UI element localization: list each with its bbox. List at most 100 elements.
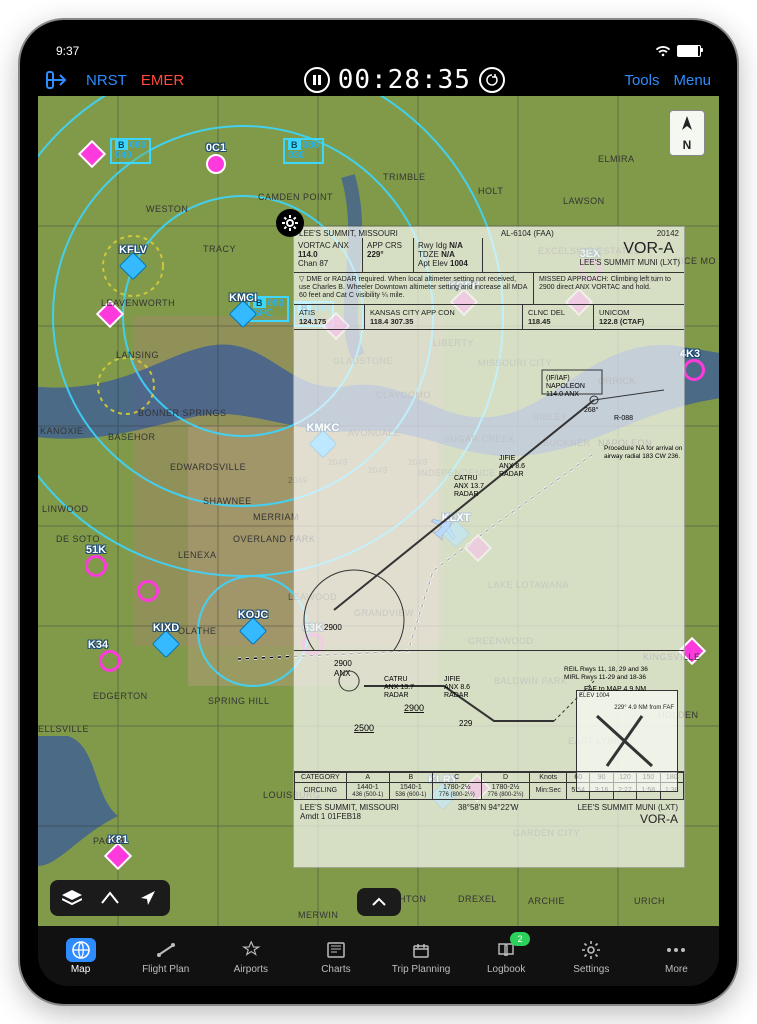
gear-icon [576, 938, 606, 962]
plate-al: AL-6104 (FAA) [501, 229, 554, 238]
svg-text:MIRL Rwys 11-29 and 18-36: MIRL Rwys 11-29 and 18-36 [564, 674, 646, 681]
airport-label: KFLV [119, 244, 147, 256]
svg-text:229: 229 [459, 719, 473, 728]
plate-location: LEE'S SUMMIT, MISSOURI [299, 229, 398, 238]
city-label: LAWSON [563, 196, 605, 206]
tab-airports[interactable]: Airports [208, 926, 293, 986]
svg-text:(IF/IAF): (IF/IAF) [546, 375, 570, 382]
airport-kflv[interactable] [123, 256, 143, 276]
tab-more[interactable]: More [634, 926, 719, 986]
city-label: URICH [634, 896, 665, 906]
svg-text:Procedure NA for arrival on AN: Procedure NA for arrival on ANX VORTAC [604, 445, 684, 452]
map-drawer-toggle[interactable] [357, 888, 401, 916]
city-label: WESTON [146, 204, 188, 214]
svg-text:R-088: R-088 [614, 415, 633, 422]
city-label: LINWOOD [42, 504, 89, 514]
city-label: PAOLA [93, 836, 125, 846]
emer-button[interactable]: EMER [141, 72, 184, 89]
svg-text:CATRU: CATRU [384, 676, 408, 683]
svg-text:ANX 8.6: ANX 8.6 [499, 463, 525, 470]
city-label: BONNER SPRINGS [138, 408, 227, 418]
locate-button[interactable] [130, 884, 166, 912]
timer-pause-button[interactable] [304, 67, 330, 93]
svg-text:ANX 13.7: ANX 13.7 [384, 684, 414, 691]
compass-label: N [683, 138, 692, 152]
svg-text:2900: 2900 [404, 703, 424, 713]
airport-k34[interactable] [99, 650, 121, 672]
airport-0c1[interactable] [206, 154, 226, 174]
svg-text:CATRU: CATRU [454, 475, 478, 482]
timer-group: 00:28:35 [304, 65, 505, 95]
menu-button[interactable]: Menu [673, 72, 711, 89]
airport-kojc[interactable] [243, 621, 263, 641]
tab-label: Charts [321, 964, 350, 975]
svg-text:ANX 13.7: ANX 13.7 [454, 483, 484, 490]
airport-label: KOJC [238, 609, 269, 621]
nrst-button[interactable]: NRST [86, 72, 127, 89]
airport-label: KIXD [153, 622, 179, 634]
tab-label: Flight Plan [142, 964, 189, 975]
svg-text:airway radial 183 CW 236.: airway radial 183 CW 236. [604, 453, 680, 460]
svg-text:2500: 2500 [354, 723, 374, 733]
svg-text:FAF to MAP 4.9 NM: FAF to MAP 4.9 NM [584, 686, 646, 693]
city-label: EDGERTON [93, 691, 148, 701]
timer-display: 00:28:35 [338, 65, 471, 95]
city-label: BASEHOR [108, 432, 156, 442]
city-label: SHAWNEE [203, 496, 252, 506]
city-label: ELMIRA [598, 154, 635, 164]
city-label: DREXEL [458, 894, 497, 904]
plate-profile: 2900 ANX JIFIE ANX 8.6 RADAR CATRU ANX 1… [294, 651, 684, 772]
approach-plate-overlay[interactable]: LEE'S SUMMIT, MISSOURI AL-6104 (FAA) 201… [293, 226, 685, 868]
ipad-frame: 9:37 NRST EMER 00:28:35 [20, 20, 737, 1004]
tab-label: More [665, 964, 688, 975]
city-label: LEAVENWORTH [101, 298, 175, 308]
direct-to-button[interactable] [46, 71, 72, 89]
tab-label: Settings [573, 964, 609, 975]
svg-text:114.0 ANX: 114.0 ANX [546, 391, 579, 398]
tab-label: Trip Planning [392, 964, 451, 975]
airport-k81[interactable] [108, 846, 128, 866]
map-view[interactable]: N B080040 B080030 B080SFC B080024 KFLV K… [38, 96, 719, 926]
tab-label: Airports [234, 964, 268, 975]
tab-map[interactable]: Map [38, 926, 123, 986]
svg-text:JIFIE: JIFIE [499, 455, 516, 462]
tab-flight-plan[interactable]: Flight Plan [123, 926, 208, 986]
tab-label: Map [71, 964, 90, 975]
airspace-flag: B080040 [110, 138, 151, 164]
city-label: DE SOTO [56, 534, 100, 544]
plate-date: 20142 [657, 229, 679, 238]
trip-icon [406, 938, 436, 962]
map-tool-cluster [50, 880, 170, 916]
compass-indicator[interactable]: N [669, 110, 705, 156]
tab-charts[interactable]: Charts [293, 926, 378, 986]
city-label: ELLSVILLE [38, 724, 89, 734]
more-icon [661, 938, 691, 962]
airport-4k3[interactable] [683, 359, 705, 381]
city-label: HOLT [478, 186, 503, 196]
tab-trip-planning[interactable]: Trip Planning [379, 926, 464, 986]
city-label: TRACY [203, 244, 236, 254]
layers-button[interactable] [54, 884, 90, 912]
airport-kixd[interactable] [156, 634, 176, 654]
airport-label: 0C1 [206, 142, 226, 154]
city-label: OLATHE [178, 626, 216, 636]
airport-51k[interactable] [85, 555, 107, 577]
tab-label: Logbook [487, 964, 525, 975]
city-label: LENEXA [178, 550, 217, 560]
city-label: KANOXIE [40, 426, 84, 436]
city-label: CAMDEN POINT [258, 192, 333, 202]
tab-settings[interactable]: Settings [549, 926, 634, 986]
plate-settings-button[interactable] [276, 209, 304, 237]
tools-button[interactable]: Tools [624, 72, 659, 89]
timer-reset-button[interactable] [479, 67, 505, 93]
airport-kmci[interactable] [233, 304, 253, 324]
svg-text:RADAR: RADAR [444, 692, 469, 699]
airport-label: KMCI [229, 292, 257, 304]
svg-text:RADAR: RADAR [499, 471, 524, 478]
plate-planview: 2900 R-088 268° (IF/IAF) NAPOLEON 114.0 … [294, 330, 684, 651]
plate-note: DME or RADAR required. When local altime… [299, 276, 527, 300]
ruler-button[interactable] [92, 884, 128, 912]
waypoint-marker [137, 580, 159, 602]
svg-text:268°: 268° [584, 406, 599, 414]
tab-logbook[interactable]: 2 Logbook [464, 926, 549, 986]
